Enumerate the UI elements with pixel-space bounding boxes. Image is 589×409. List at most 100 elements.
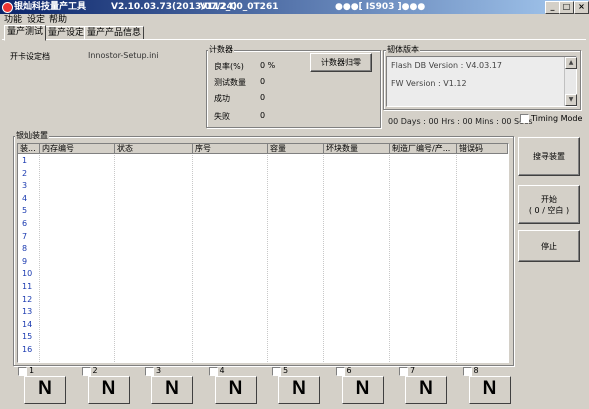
- timing-mode-checkbox[interactable]: [520, 114, 529, 123]
- slot-number: 6: [346, 366, 352, 375]
- col-memory-id[interactable]: 内存编号: [40, 144, 115, 154]
- test-count-value: 0: [260, 77, 266, 86]
- table-row[interactable]: 9: [18, 256, 508, 268]
- table-row[interactable]: 5: [18, 205, 508, 217]
- slot-status-indicator[interactable]: N: [151, 376, 193, 404]
- table-row[interactable]: 12: [18, 294, 508, 306]
- slot-status-indicator[interactable]: N: [341, 376, 384, 404]
- col-capacity[interactable]: 容量: [268, 144, 324, 154]
- slot-status-indicator[interactable]: N: [214, 376, 257, 404]
- minimize-button[interactable]: _: [545, 1, 560, 14]
- col-bad-blocks[interactable]: 坏块数量: [324, 144, 390, 154]
- row-number: 7: [22, 231, 28, 241]
- test-count-label: 测试数量: [214, 78, 246, 87]
- success-value: 0: [260, 93, 266, 102]
- slot-checkbox[interactable]: [335, 367, 345, 376]
- table-row[interactable]: 2: [18, 168, 508, 180]
- col-serial[interactable]: 序号: [193, 144, 268, 154]
- row-number: 1: [22, 156, 28, 165]
- col-slot[interactable]: 装...: [18, 144, 40, 154]
- slot-checkbox[interactable]: [81, 367, 91, 376]
- stop-button[interactable]: 停止: [518, 230, 580, 262]
- title-bar: 银灿科技量产工具 V2.10.03.73(2013/07/24) V112_00…: [0, 0, 589, 14]
- table-row[interactable]: 14: [18, 319, 508, 331]
- fail-label: 失败: [214, 112, 230, 121]
- start-button[interactable]: 开始 ( 0 / 空白 ): [518, 185, 580, 224]
- row-number: 8: [22, 244, 28, 254]
- col-error-code[interactable]: 错误码: [457, 144, 508, 154]
- app-icon: [2, 2, 13, 13]
- slot-status-indicator[interactable]: N: [87, 376, 130, 404]
- slot-status-indicator[interactable]: N: [405, 376, 447, 404]
- yield-value: 0 %: [260, 61, 276, 70]
- table-row[interactable]: 16: [18, 344, 508, 356]
- device-table: 装... 内存编号 状态 序号 容量 坏块数量 制造厂编号/产... 错误码 1…: [17, 143, 509, 363]
- table-row[interactable]: 15: [18, 331, 508, 343]
- table-row[interactable]: 7: [18, 231, 508, 243]
- start-button-count: ( 0 / 空白 ): [528, 205, 570, 215]
- search-device-button[interactable]: 搜寻装置: [518, 137, 580, 176]
- firmware-scrollbar[interactable]: ▲ ▼: [564, 57, 577, 106]
- slot-number: 7: [410, 366, 416, 375]
- table-row[interactable]: 13: [18, 306, 508, 318]
- slot-number: 4: [219, 366, 225, 375]
- row-number: 16: [22, 345, 33, 354]
- table-row[interactable]: 3: [18, 180, 508, 192]
- fw-version: FW Version : V1.12: [391, 79, 467, 88]
- slot-number: 8: [473, 366, 479, 375]
- row-number: 15: [22, 332, 33, 342]
- fail-value: 0: [260, 111, 266, 120]
- row-number: 12: [22, 294, 33, 304]
- row-number: 6: [22, 219, 28, 228]
- slot-checkbox[interactable]: [462, 367, 472, 376]
- device-table-header: 装... 内存编号 状态 序号 容量 坏块数量 制造厂编号/产... 错误码: [18, 144, 508, 155]
- slot-checkbox[interactable]: [272, 367, 281, 376]
- row-number: 5: [22, 206, 28, 216]
- row-number: 2: [22, 168, 28, 178]
- slot-number: 3: [156, 366, 162, 375]
- slot-checkbox[interactable]: [18, 367, 27, 376]
- table-row[interactable]: 1: [18, 155, 508, 167]
- timing-mode-label: Timing Mode: [531, 114, 583, 123]
- counter-group-title: 计数器: [208, 44, 234, 55]
- slot-status-indicator[interactable]: N: [468, 376, 511, 404]
- table-row[interactable]: 4: [18, 193, 508, 205]
- maximize-button[interactable]: □: [559, 1, 574, 14]
- card-setting-file: Innostor-Setup.ini: [88, 51, 159, 60]
- firmware-group-title: 韧体版本: [386, 44, 420, 55]
- slot-checkbox[interactable]: [145, 367, 154, 376]
- menu-help[interactable]: 帮助: [49, 14, 67, 26]
- close-button[interactable]: ×: [574, 1, 589, 14]
- tab-production-test[interactable]: 量产测试: [4, 25, 47, 41]
- firmware-version-box: Flash DB Version : V4.03.17 FW Version :…: [386, 56, 577, 107]
- slot-checkbox[interactable]: [399, 367, 408, 376]
- col-status[interactable]: 状态: [115, 144, 193, 154]
- col-manufacturer[interactable]: 制造厂编号/产...: [390, 144, 457, 154]
- slot-checkbox[interactable]: [208, 367, 218, 376]
- window-title-build: V112_00_0T261: [200, 2, 279, 12]
- yield-label: 良率(%): [214, 62, 244, 71]
- tab-production-settings[interactable]: 量产设定: [45, 26, 88, 40]
- table-row[interactable]: 8: [18, 243, 508, 255]
- row-number: 14: [22, 319, 33, 329]
- table-row[interactable]: 10: [18, 268, 508, 280]
- start-button-label: 开始: [541, 194, 557, 204]
- row-number: 9: [22, 256, 28, 266]
- success-label: 成功: [214, 94, 230, 103]
- devices-group-title: 银灿装置: [15, 130, 49, 141]
- slot-status-indicator[interactable]: N: [278, 376, 320, 404]
- slot-status-indicator[interactable]: N: [24, 376, 66, 404]
- table-row[interactable]: 6: [18, 218, 508, 230]
- row-number: 11: [22, 282, 33, 291]
- flash-db-version: Flash DB Version : V4.03.17: [391, 61, 502, 70]
- slot-number: 5: [283, 366, 289, 375]
- window-title-app: 银灿科技量产工具: [14, 2, 87, 12]
- scroll-down-icon[interactable]: ▼: [565, 94, 577, 106]
- scroll-up-icon[interactable]: ▲: [565, 57, 577, 69]
- tab-product-info[interactable]: 量产产品信息: [84, 26, 145, 40]
- elapsed-time: 00 Days : 00 Hrs : 00 Mins : 00 Secs: [388, 117, 533, 126]
- window-title-chip: ●●●[ IS903 ]●●●: [335, 2, 426, 12]
- slot-number: 2: [92, 366, 98, 375]
- table-row[interactable]: 11: [18, 281, 508, 293]
- reset-counter-button[interactable]: 计数器归零: [310, 53, 372, 72]
